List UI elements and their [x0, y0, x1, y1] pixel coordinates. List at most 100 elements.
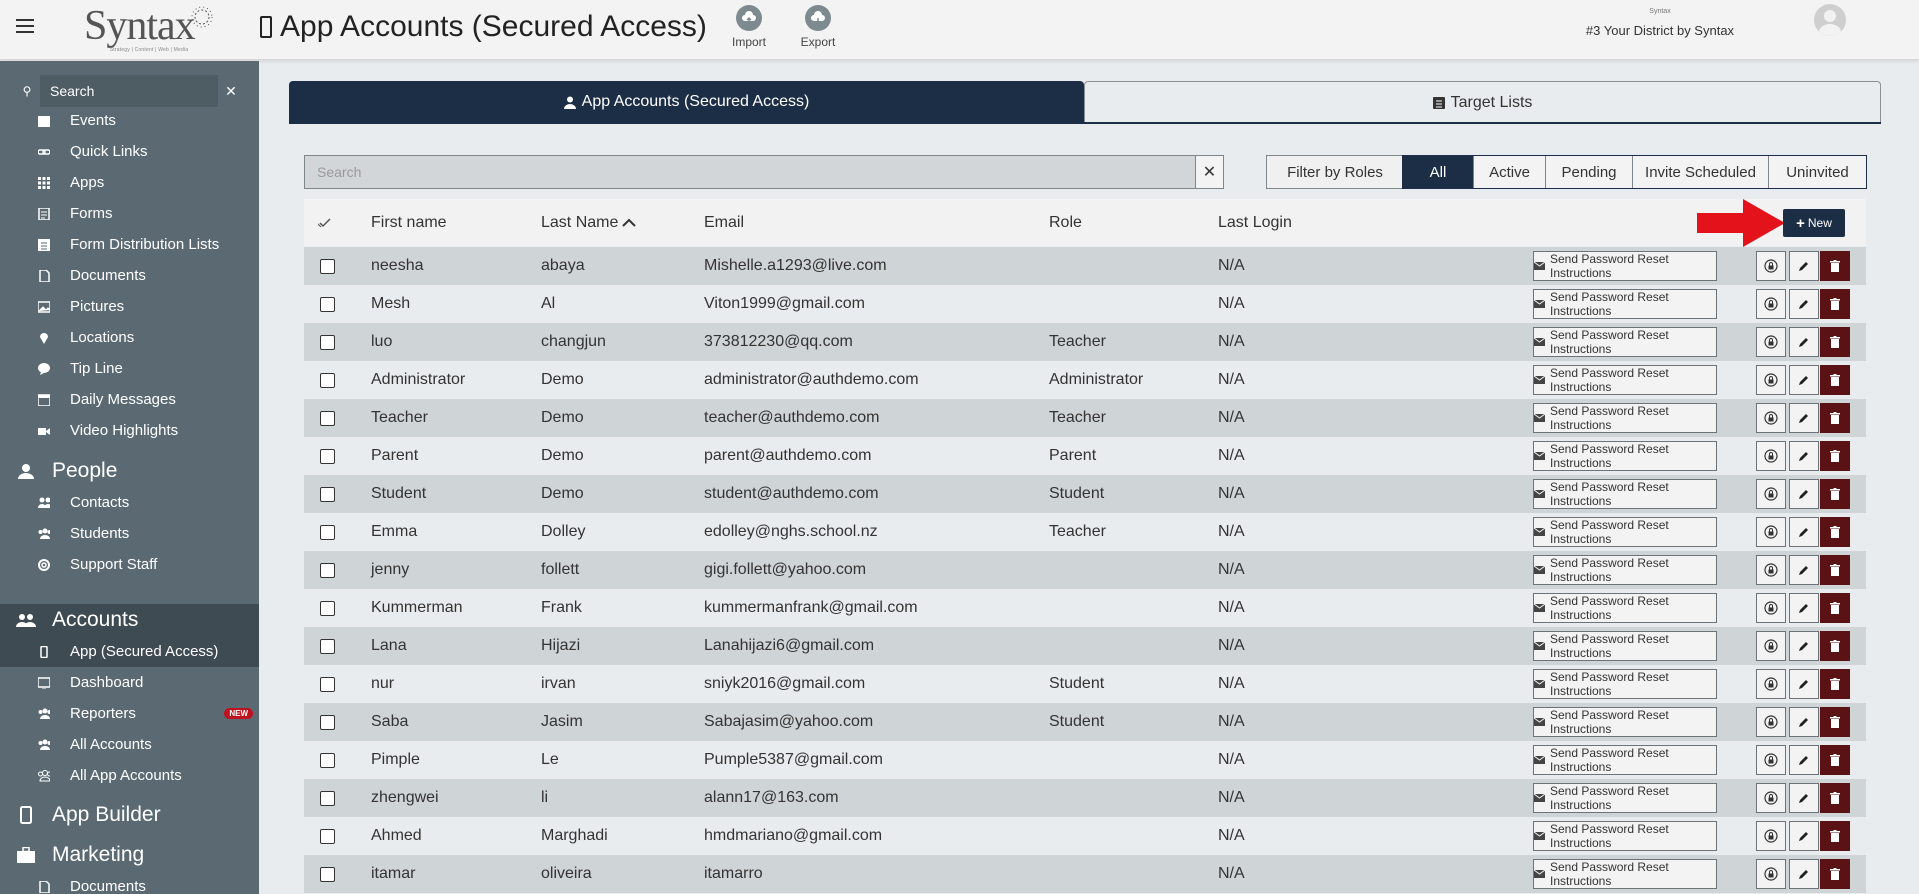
delete-button[interactable] — [1820, 745, 1850, 775]
edit-button[interactable] — [1789, 707, 1819, 737]
row-checkbox[interactable] — [320, 323, 335, 361]
send-password-reset-button[interactable]: Send Password Reset Instructions — [1533, 479, 1717, 509]
sidebar-item-support-staff[interactable]: Support Staff — [0, 549, 259, 580]
filter-active[interactable]: Active — [1473, 156, 1545, 188]
row-checkbox[interactable] — [320, 779, 335, 817]
row-checkbox[interactable] — [320, 361, 335, 399]
edit-button[interactable] — [1789, 517, 1819, 547]
lock-button[interactable] — [1756, 707, 1786, 737]
sidebar-item-quick-links[interactable]: Quick Links — [0, 136, 259, 167]
lock-button[interactable] — [1756, 365, 1786, 395]
sidebar-item-pictures[interactable]: Pictures — [0, 291, 259, 322]
table-row[interactable]: jenny follett gigi.follett@yahoo.com N/A Sen… — [304, 551, 1866, 589]
sidebar-item-daily-messages[interactable]: Daily Messages — [0, 384, 259, 415]
table-row[interactable]: Parent Demo parent@authdemo.com Parent N/A Se… — [304, 437, 1866, 475]
edit-button[interactable] — [1789, 821, 1819, 851]
send-password-reset-button[interactable]: Send Password Reset Instructions — [1533, 669, 1717, 699]
lock-button[interactable] — [1756, 821, 1786, 851]
table-row[interactable]: neesha abaya Mishelle.a1293@live.com N/A Sen… — [304, 247, 1866, 285]
lock-button[interactable] — [1756, 783, 1786, 813]
hamburger-menu-icon[interactable] — [16, 19, 34, 33]
checkbox[interactable] — [320, 524, 335, 540]
sidebar-section-accounts[interactable]: Accounts — [0, 604, 259, 636]
lock-button[interactable] — [1756, 593, 1786, 623]
filter-uninvited[interactable]: Uninvited — [1768, 156, 1866, 188]
sidebar-item-all-app-accounts[interactable]: All App Accounts — [0, 760, 259, 791]
send-password-reset-button[interactable]: Send Password Reset Instructions — [1533, 593, 1717, 623]
row-checkbox[interactable] — [320, 247, 335, 285]
checkbox[interactable] — [320, 448, 335, 464]
table-row[interactable]: Ahmed Marghadi hmdmariano@gmail.com N/A Send… — [304, 817, 1866, 855]
filter-invite-scheduled[interactable]: Invite Scheduled — [1632, 156, 1768, 188]
sidebar-item-marketing-documents[interactable]: Documents — [0, 871, 259, 894]
sidebar-item-forms[interactable]: Forms — [0, 198, 259, 229]
table-row[interactable]: Student Demo student@authdemo.com Student N/… — [304, 475, 1866, 513]
row-checkbox[interactable] — [320, 627, 335, 665]
lock-button[interactable] — [1756, 479, 1786, 509]
send-password-reset-button[interactable]: Send Password Reset Instructions — [1533, 251, 1717, 281]
edit-button[interactable] — [1789, 745, 1819, 775]
row-checkbox[interactable] — [320, 817, 335, 855]
filter-by-roles-button[interactable]: Filter by Roles — [1266, 155, 1404, 189]
edit-button[interactable] — [1789, 365, 1819, 395]
new-account-button[interactable]: + New — [1783, 209, 1845, 237]
syntax-logo[interactable]: Syntax Strategy | Content | Web | Media — [84, 5, 214, 54]
sidebar-item-tip-line[interactable]: Tip Line — [0, 353, 259, 384]
send-password-reset-button[interactable]: Send Password Reset Instructions — [1533, 707, 1717, 737]
checkbox[interactable] — [320, 714, 335, 730]
checkbox[interactable] — [320, 790, 335, 806]
row-checkbox[interactable] — [320, 551, 335, 589]
edit-button[interactable] — [1789, 327, 1819, 357]
sidebar-item-documents[interactable]: Documents — [0, 260, 259, 291]
delete-button[interactable] — [1820, 631, 1850, 661]
delete-button[interactable] — [1820, 479, 1850, 509]
row-checkbox[interactable] — [320, 741, 335, 779]
lock-button[interactable] — [1756, 859, 1786, 889]
select-all-checkmark-icon[interactable] — [318, 199, 332, 246]
edit-button[interactable] — [1789, 631, 1819, 661]
checkbox[interactable] — [320, 372, 335, 388]
table-row[interactable]: Lana Hijazi Lanahijazi6@gmail.com N/A Send P… — [304, 627, 1866, 665]
sidebar-item-dashboard[interactable]: Dashboard — [0, 667, 259, 698]
lock-button[interactable] — [1756, 327, 1786, 357]
table-row[interactable]: itamar oliveira itamarro N/A Send Password R… — [304, 855, 1866, 893]
delete-button[interactable] — [1820, 517, 1850, 547]
checkbox[interactable] — [320, 334, 335, 350]
row-checkbox[interactable] — [320, 703, 335, 741]
send-password-reset-button[interactable]: Send Password Reset Instructions — [1533, 403, 1717, 433]
lock-button[interactable] — [1756, 251, 1786, 281]
lock-button[interactable] — [1756, 441, 1786, 471]
send-password-reset-button[interactable]: Send Password Reset Instructions — [1533, 745, 1717, 775]
delete-button[interactable] — [1820, 441, 1850, 471]
edit-button[interactable] — [1789, 859, 1819, 889]
checkbox[interactable] — [320, 752, 335, 768]
checkbox[interactable] — [320, 638, 335, 654]
lock-button[interactable] — [1756, 745, 1786, 775]
send-password-reset-button[interactable]: Send Password Reset Instructions — [1533, 555, 1717, 585]
lock-button[interactable] — [1756, 403, 1786, 433]
delete-button[interactable] — [1820, 859, 1850, 889]
table-row[interactable]: Saba Jasim Sabajasim@yahoo.com Student N/A Se… — [304, 703, 1866, 741]
row-checkbox[interactable] — [320, 399, 335, 437]
search-input[interactable]: Search — [305, 156, 1195, 188]
table-row[interactable]: luo changjun 373812230@qq.com Teacher N/A Sen… — [304, 323, 1866, 361]
column-role[interactable]: Role — [1049, 199, 1082, 246]
row-checkbox[interactable] — [320, 437, 335, 475]
row-checkbox[interactable] — [320, 589, 335, 627]
table-row[interactable]: zhengwei li alann17@163.com N/A Send Passwor… — [304, 779, 1866, 817]
checkbox[interactable] — [320, 828, 335, 844]
sidebar-item-apps[interactable]: Apps — [0, 167, 259, 198]
checkbox[interactable] — [320, 562, 335, 578]
tab-app-accounts[interactable]: App Accounts (Secured Access) — [289, 81, 1084, 123]
edit-button[interactable] — [1789, 669, 1819, 699]
table-row[interactable]: Emma Dolley edolley@nghs.school.nz Teacher N… — [304, 513, 1866, 551]
edit-button[interactable] — [1789, 441, 1819, 471]
sidebar-item-app-secured-access[interactable]: App (Secured Access) — [0, 636, 259, 667]
edit-button[interactable] — [1789, 593, 1819, 623]
sidebar-search-input[interactable]: Search — [40, 75, 218, 107]
table-row[interactable]: Mesh Al Viton1999@gmail.com N/A Send Passwor… — [304, 285, 1866, 323]
delete-button[interactable] — [1820, 251, 1850, 281]
tab-target-lists[interactable]: Target Lists — [1084, 81, 1881, 123]
sidebar-item-form-distribution-lists[interactable]: Form Distribution Lists — [0, 229, 259, 260]
sidebar-item-students[interactable]: Students — [0, 518, 259, 549]
